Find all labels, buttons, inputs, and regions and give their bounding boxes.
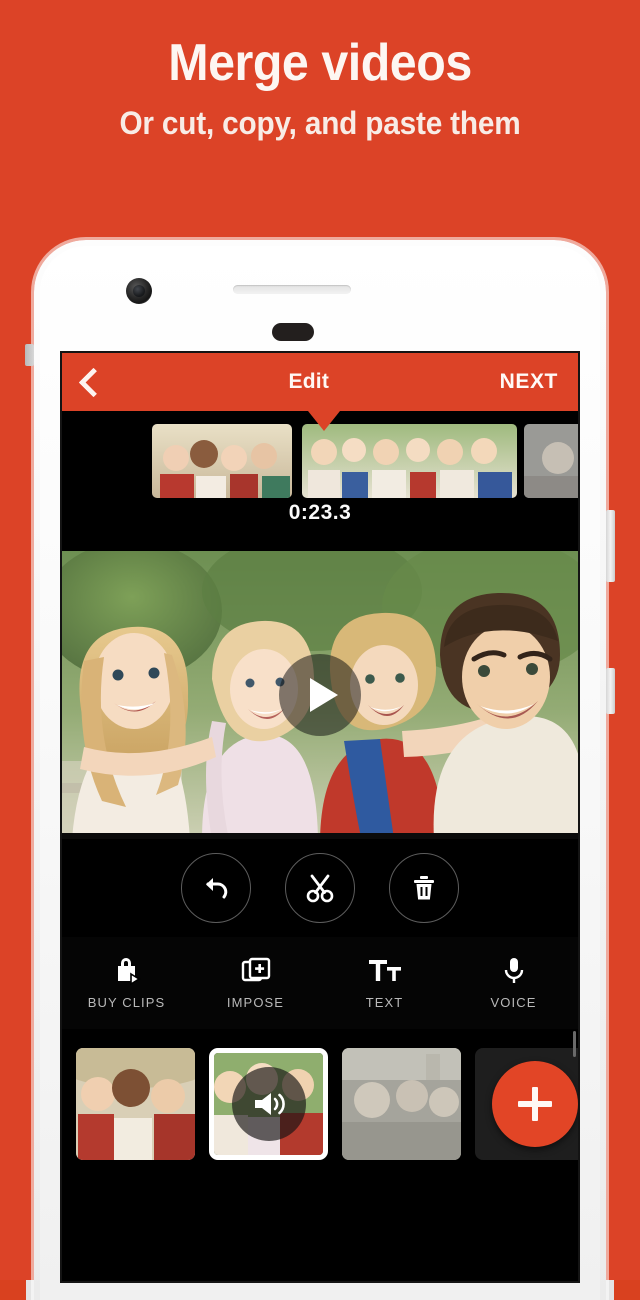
timeline-clip[interactable] — [524, 424, 578, 498]
audio-toggle-button[interactable] — [231, 1067, 306, 1141]
buy-clips-button[interactable]: BUY CLIPS — [62, 956, 191, 1010]
volume-icon — [254, 1093, 285, 1115]
timeline-clip[interactable] — [152, 424, 292, 498]
speaker-slot-icon — [233, 285, 351, 294]
timeline[interactable]: 0:23.3 — [62, 411, 578, 551]
impose-button[interactable]: IMPOSE — [191, 956, 320, 1010]
play-icon — [309, 678, 338, 712]
clip-filmstrip — [62, 1029, 578, 1179]
layers-plus-icon — [241, 956, 271, 986]
edit-actions — [62, 839, 578, 937]
page-subtitle: Or cut, copy, and paste them — [119, 105, 521, 141]
undo-button[interactable] — [181, 853, 251, 923]
next-button[interactable]: NEXT — [494, 370, 578, 394]
promo-header: Merge videos Or cut, copy, and paste the… — [0, 0, 640, 215]
shopping-bag-play-icon — [112, 956, 142, 986]
play-button[interactable] — [279, 654, 361, 736]
scissors-icon — [306, 874, 334, 903]
list-item[interactable] — [342, 1048, 461, 1160]
list-item[interactable] — [209, 1048, 328, 1160]
text-label: TEXT — [365, 995, 404, 1010]
app-bar: Edit NEXT — [62, 353, 578, 411]
power-button[interactable] — [606, 668, 615, 714]
page-title: Merge videos — [168, 34, 472, 92]
scrollbar[interactable] — [572, 1029, 576, 1179]
app-bar-title: Edit — [288, 370, 330, 393]
trash-icon — [414, 876, 434, 900]
playhead-triangle-icon[interactable] — [308, 411, 340, 431]
video-preview[interactable] — [62, 551, 578, 839]
voice-label: VOICE — [490, 995, 537, 1010]
proximity-sensor-icon — [272, 323, 314, 341]
back-button[interactable] — [62, 353, 124, 411]
timeline-clip[interactable] — [302, 424, 517, 498]
delete-button[interactable] — [389, 853, 459, 923]
timeline-track[interactable] — [62, 411, 578, 498]
impose-label: IMPOSE — [226, 995, 285, 1010]
mute-switch-button[interactable] — [25, 344, 34, 366]
volume-button[interactable] — [606, 510, 615, 582]
chevron-left-icon — [78, 367, 108, 397]
text-button[interactable]: TEXT — [320, 956, 449, 1010]
plus-icon — [517, 1087, 552, 1121]
add-clip-tile[interactable] — [475, 1048, 578, 1160]
add-clip-button[interactable] — [491, 1061, 578, 1147]
timecode: 0:23.3 — [288, 501, 352, 524]
voice-button[interactable]: VOICE — [449, 956, 578, 1010]
phone-screen: Edit NEXT 0:23.3 BUY CLIPS IMPOSE TEXT V… — [62, 353, 578, 1281]
phone-mockup: Edit NEXT 0:23.3 BUY CLIPS IMPOSE TEXT V… — [25, 234, 615, 1300]
list-item[interactable] — [76, 1048, 195, 1160]
cut-button[interactable] — [285, 853, 355, 923]
tool-row: BUY CLIPS IMPOSE TEXT VOICE — [62, 937, 578, 1029]
text-tt-icon — [368, 956, 402, 986]
microphone-icon — [501, 956, 527, 986]
promo-screenshot: Merge videos Or cut, copy, and paste the… — [0, 0, 640, 1300]
camera-icon — [126, 278, 152, 304]
buy-clips-label: BUY CLIPS — [87, 995, 166, 1010]
undo-icon — [206, 878, 228, 899]
